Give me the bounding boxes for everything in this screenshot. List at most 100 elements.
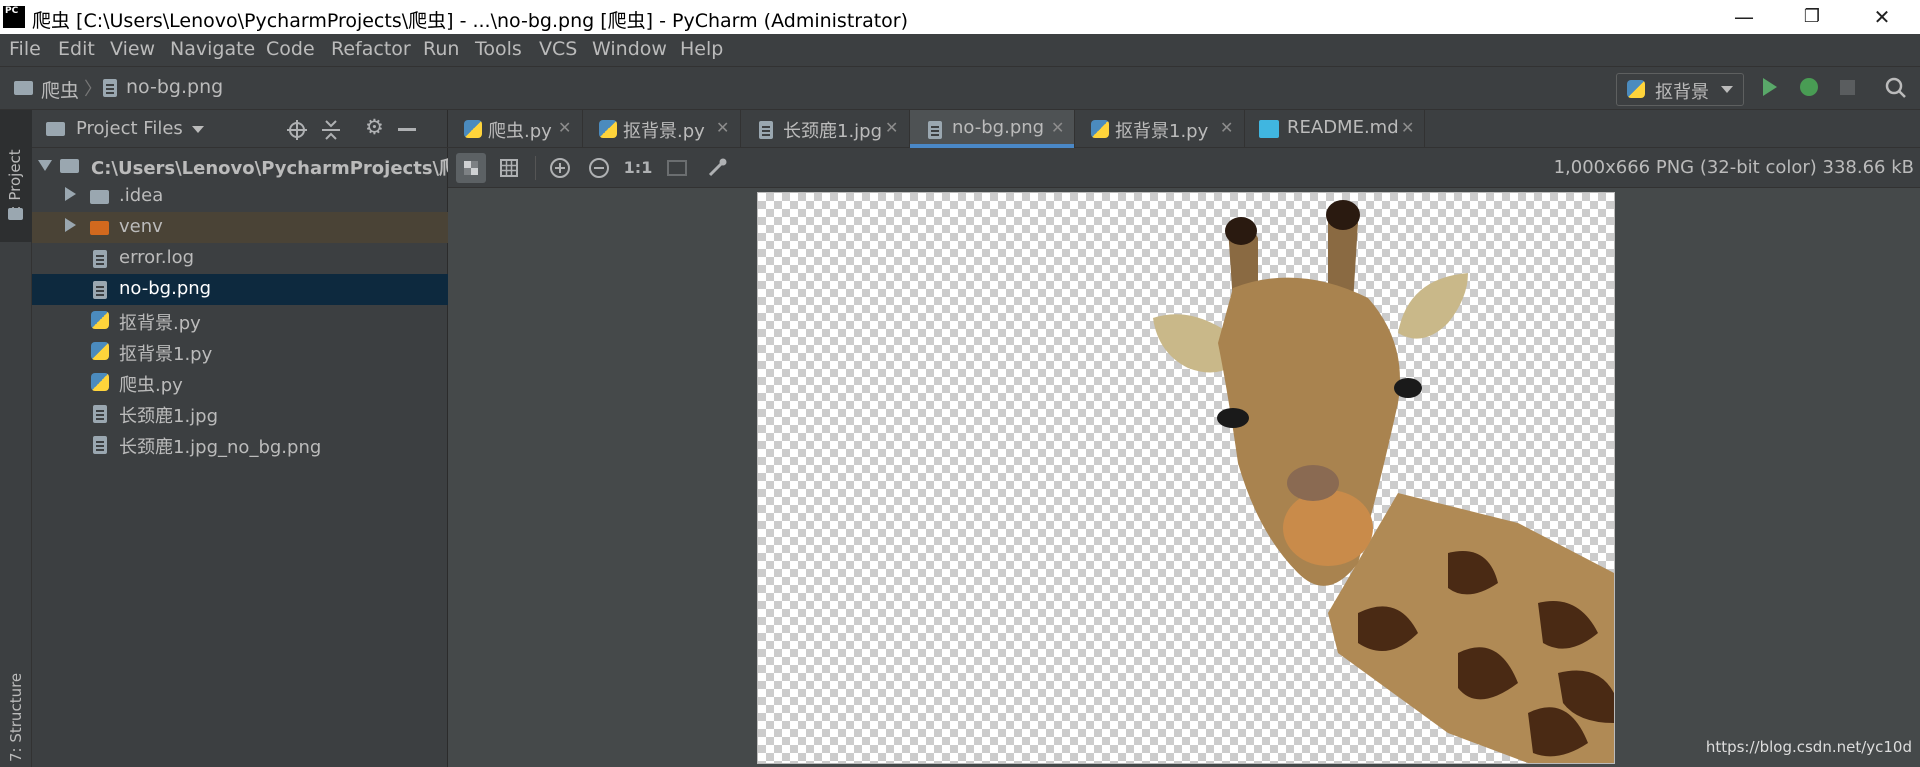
image-file-icon <box>93 436 107 454</box>
expand-arrow-icon[interactable] <box>38 160 52 171</box>
pycharm-logo-icon: PC <box>3 6 25 28</box>
color-picker-icon[interactable] <box>702 153 732 183</box>
tree-item-koubeijing-py[interactable]: 抠背景.py <box>32 305 448 336</box>
stop-icon[interactable] <box>1840 80 1855 95</box>
collapsed-arrow-icon[interactable] <box>65 218 76 232</box>
menu-navigate[interactable]: Navigate <box>170 38 255 60</box>
folder-icon <box>90 190 109 204</box>
run-icon[interactable] <box>1763 78 1777 96</box>
grid-toggle-icon[interactable] <box>494 153 524 183</box>
menu-window[interactable]: Window <box>592 38 667 60</box>
tree-item-label: 爬虫.py <box>119 375 183 396</box>
project-panel-header: Project Files ⚙ <box>32 110 448 148</box>
close-window-button[interactable]: ✕ <box>1852 0 1912 34</box>
project-panel: Project Files ⚙ C:\Users\Lenovo\PycharmP… <box>32 110 475 767</box>
image-file-icon <box>759 121 773 139</box>
menu-tools[interactable]: Tools <box>475 38 522 60</box>
close-tab-icon[interactable]: ✕ <box>716 118 729 137</box>
tree-item-label: 抠背景.py <box>119 313 201 334</box>
locate-icon[interactable] <box>286 119 308 141</box>
image-info-label: 1,000x666 PNG (32-bit color) 338.66 kB <box>1553 157 1914 178</box>
image-file-icon <box>93 281 107 299</box>
image-file-icon <box>103 79 117 97</box>
image-file-icon <box>93 405 107 423</box>
chessboard-toggle-icon[interactable] <box>456 153 486 183</box>
close-tab-icon[interactable]: ✕ <box>1220 118 1233 137</box>
toolbar-divider <box>535 156 536 180</box>
folder-icon <box>8 208 23 220</box>
editor-tab-bar: 爬虫.py ✕ 抠背景.py ✕ 长颈鹿1.jpg ✕ no-bg.png ✕ … <box>448 110 1920 148</box>
project-view-select[interactable]: Project Files <box>76 118 183 139</box>
tab-readme-md[interactable]: README.md ✕ <box>1245 110 1425 148</box>
menu-edit[interactable]: Edit <box>58 38 95 60</box>
menu-refactor[interactable]: Refactor <box>331 38 411 60</box>
zoom-out-icon[interactable] <box>584 153 614 183</box>
collapsed-arrow-icon[interactable] <box>65 187 76 201</box>
image-editor-toolbar: 1:1 1,000x666 PNG (32-bit color) 338.66 … <box>448 148 1920 188</box>
tree-root-row[interactable]: C:\Users\Lenovo\PycharmProjects\爬虫 <box>32 150 475 181</box>
fit-zoom-icon[interactable] <box>662 153 692 183</box>
tree-item-error-log[interactable]: error.log <box>32 243 448 274</box>
tree-item-label: 长颈鹿1.jpg_no_bg.png <box>119 437 322 458</box>
python-file-icon <box>91 342 109 360</box>
tree-item-label: venv <box>119 216 163 237</box>
tab-koubeijing-py[interactable]: 抠背景.py ✕ <box>583 110 741 148</box>
tree-item-giraffe-no-bg-png[interactable]: 长颈鹿1.jpg_no_bg.png <box>32 429 448 460</box>
tab-giraffe-jpg[interactable]: 长颈鹿1.jpg ✕ <box>741 110 910 148</box>
tab-label: no-bg.png <box>952 117 1045 138</box>
menu-view[interactable]: View <box>110 38 155 60</box>
tree-item-label: 抠背景1.py <box>119 344 213 365</box>
giraffe-image <box>1153 200 1614 763</box>
python-file-icon <box>464 120 482 138</box>
tab-label: 抠背景.py <box>623 121 705 142</box>
run-configuration-select[interactable]: 抠背景 <box>1616 73 1744 106</box>
menu-bar: File Edit View Navigate Code Refactor Ru… <box>0 34 1920 66</box>
tree-item-giraffe-jpg[interactable]: 长颈鹿1.jpg <box>32 398 448 429</box>
collapse-all-icon[interactable] <box>320 119 342 141</box>
hide-panel-icon[interactable] <box>398 128 416 131</box>
actual-size-button[interactable]: 1:1 <box>623 153 653 183</box>
zoom-in-icon[interactable] <box>545 153 575 183</box>
window-title: 爬虫 [C:\Users\Lenovo\PycharmProjects\爬虫] … <box>32 10 909 32</box>
tab-label: README.md <box>1287 117 1399 138</box>
log-file-icon <box>93 250 107 268</box>
folder-icon <box>60 159 79 173</box>
breadcrumb-project[interactable]: 爬虫 <box>41 76 79 103</box>
search-icon[interactable] <box>1885 77 1907 99</box>
tree-item-koubeijing1-py[interactable]: 抠背景1.py <box>32 336 448 367</box>
python-file-icon <box>1091 120 1109 138</box>
tab-label: 抠背景1.py <box>1115 121 1209 142</box>
breadcrumb-file[interactable]: no-bg.png <box>126 76 223 98</box>
tree-item-label: no-bg.png <box>119 278 212 299</box>
menu-file[interactable]: File <box>9 38 41 60</box>
tree-item-idea[interactable]: .idea <box>32 181 448 212</box>
tab-no-bg-png[interactable]: no-bg.png ✕ <box>910 110 1075 148</box>
tab-label: 长颈鹿1.jpg <box>783 121 883 142</box>
chevron-down-icon[interactable] <box>192 126 204 133</box>
close-tab-icon[interactable]: ✕ <box>1051 118 1064 137</box>
menu-help[interactable]: Help <box>680 38 723 60</box>
navigation-bar: 爬虫 〉 no-bg.png 抠背景 <box>0 66 1920 110</box>
menu-vcs[interactable]: VCS <box>539 38 577 60</box>
tab-koubeijing1-py[interactable]: 抠背景1.py ✕ <box>1075 110 1245 148</box>
close-tab-icon[interactable]: ✕ <box>1401 118 1414 137</box>
gear-icon[interactable]: ⚙ <box>365 115 384 139</box>
menu-run[interactable]: Run <box>423 38 459 60</box>
tree-item-pachong-py[interactable]: 爬虫.py <box>32 367 448 398</box>
project-tool-tab[interactable]: 1: Project <box>0 110 32 242</box>
left-tool-strip: 1: Project 7: Structure <box>0 110 32 767</box>
minimize-button[interactable]: — <box>1714 0 1774 34</box>
tab-pachong-py[interactable]: 爬虫.py ✕ <box>448 110 583 148</box>
python-file-icon <box>91 373 109 391</box>
debug-icon[interactable] <box>1800 78 1818 96</box>
chevron-down-icon <box>1721 86 1733 93</box>
close-tab-icon[interactable]: ✕ <box>558 118 571 137</box>
window-title-bar: PC 爬虫 [C:\Users\Lenovo\PycharmProjects\爬… <box>0 0 1920 34</box>
menu-code[interactable]: Code <box>266 38 315 60</box>
tree-item-no-bg-png[interactable]: no-bg.png <box>32 274 448 305</box>
tree-item-venv[interactable]: venv <box>32 212 448 243</box>
structure-tool-tab[interactable]: 7: Structure <box>7 673 25 762</box>
watermark-text: https://blog.csdn.net/yc10d <box>1705 738 1912 756</box>
restore-button[interactable]: ❐ <box>1782 0 1842 34</box>
close-tab-icon[interactable]: ✕ <box>885 118 898 137</box>
